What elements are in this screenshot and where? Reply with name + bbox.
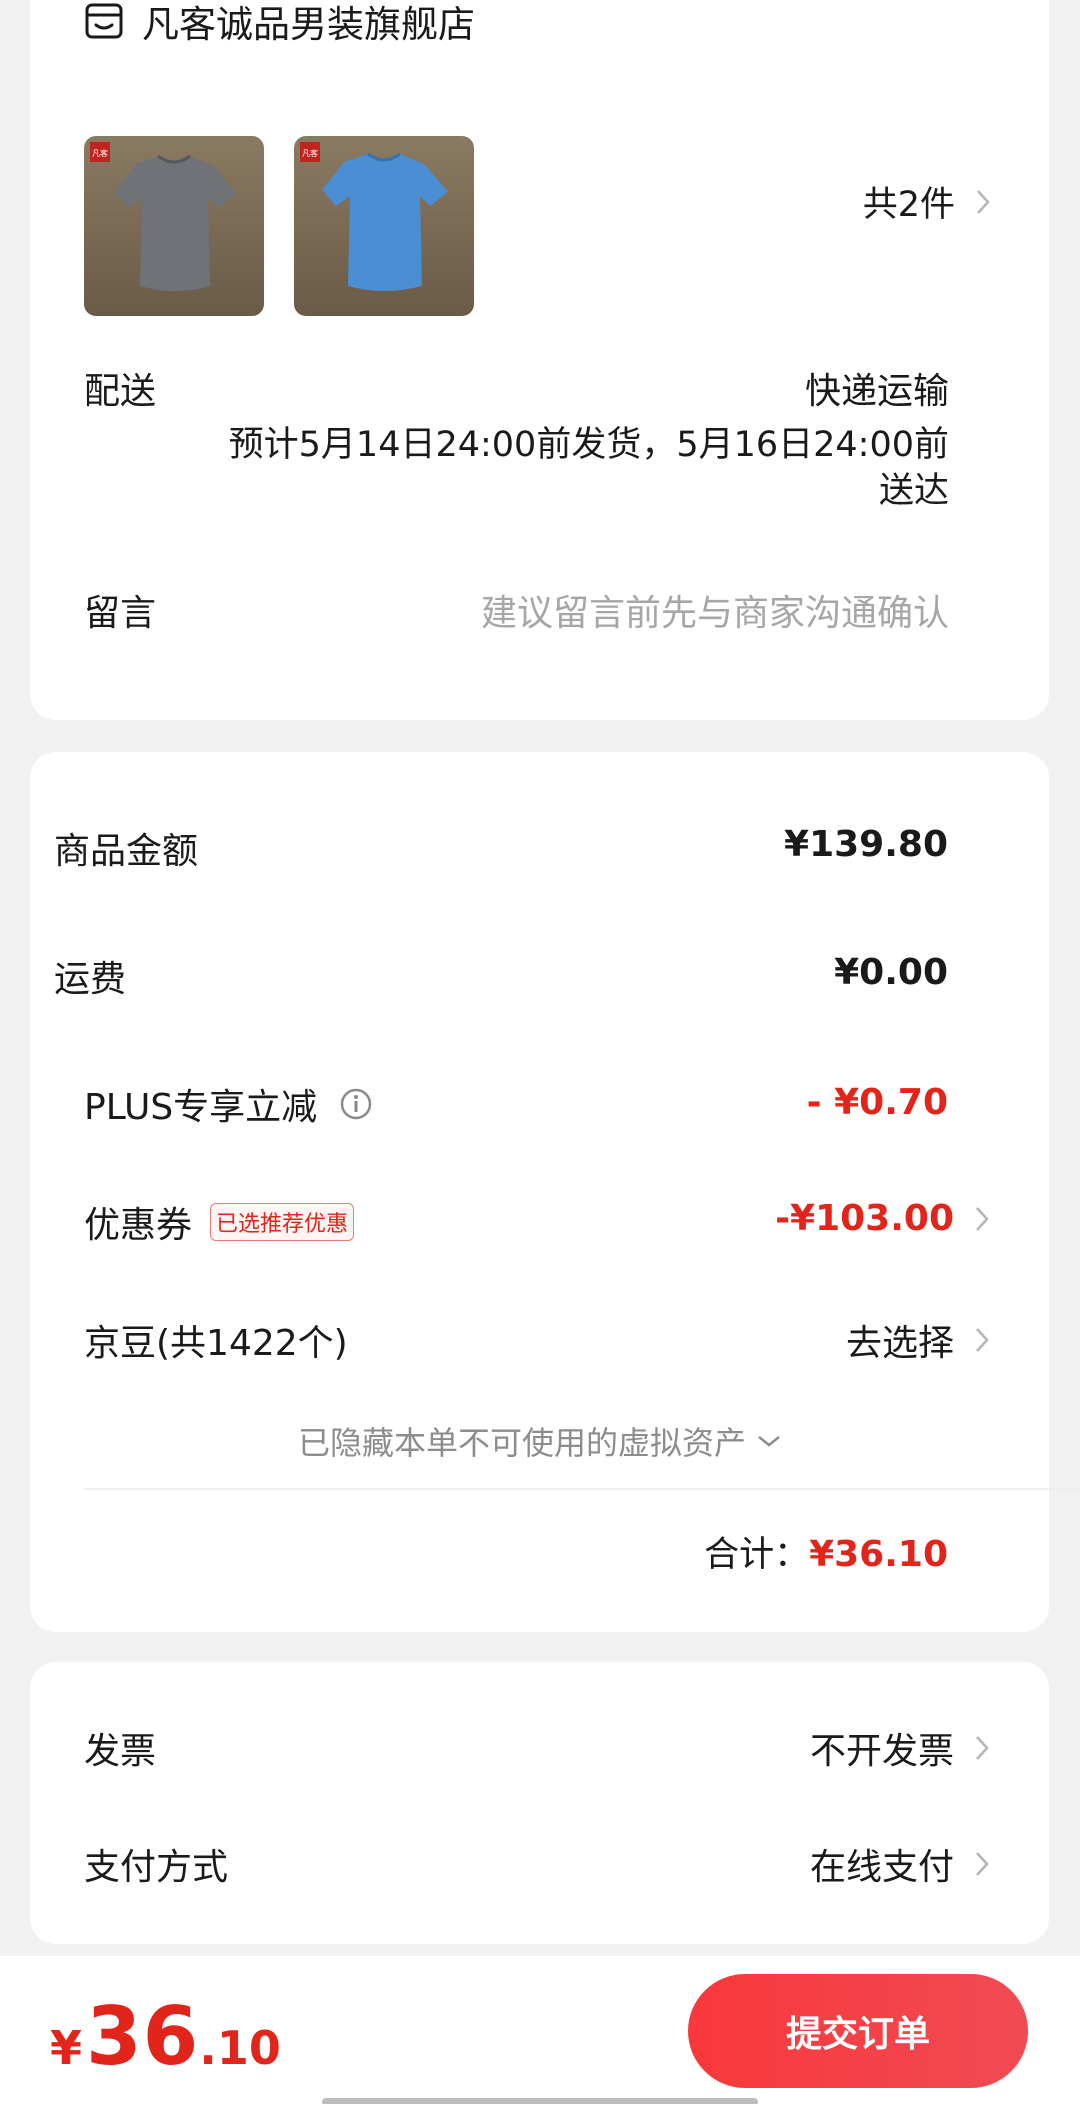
plus-discount-label: PLUS专享立减 xyxy=(84,1087,318,1128)
grey-tshirt-image: 凡客 xyxy=(84,136,264,316)
order-total-value: ¥36.10 xyxy=(809,1534,948,1575)
message-input[interactable]: 建议留言前先与商家沟通确认 xyxy=(481,584,949,636)
checkout-amount-dec: .10 xyxy=(199,2021,281,2075)
order-total-label: 合计： xyxy=(704,1535,810,1575)
checkout-amount-int: 36 xyxy=(86,1990,200,2083)
payment-method-label: 支付方式 xyxy=(84,1847,229,1888)
chevron-down-icon xyxy=(758,1436,780,1447)
invoice-payment-card xyxy=(30,1662,1049,1944)
payment-method-link[interactable]: 在线支付 xyxy=(810,1838,990,1890)
delivery-estimate-line1: 预计5月14日24:00前发货，5月16日24:00前 xyxy=(228,425,949,465)
delivery-label: 配送 xyxy=(84,371,157,412)
jingdou-select-link[interactable]: 去选择 xyxy=(846,1314,990,1366)
chevron-right-icon xyxy=(976,1206,989,1231)
shipping-fee-label: 运费 xyxy=(54,959,127,1000)
coupon-value-link[interactable]: -¥103.00 xyxy=(775,1198,990,1239)
plus-discount-value: - ¥0.70 xyxy=(806,1082,948,1123)
message-label: 留言 xyxy=(84,593,157,634)
checkout-bar: ¥ 36 .10 提交订单 xyxy=(0,1956,1080,2104)
jingdou-label: 京豆(共1422个) xyxy=(84,1323,348,1364)
coupon-label: 优惠券 xyxy=(84,1205,193,1246)
divider xyxy=(84,1488,1080,1490)
hidden-assets-toggle[interactable]: 已隐藏本单不可使用的虚拟资产 xyxy=(0,1418,1080,1464)
blue-tshirt-image: 凡客 xyxy=(294,136,474,316)
item-count: 共2件 xyxy=(862,185,955,225)
store-order-card: 凡客诚品男装旗舰店 凡客 凡客 共2件 配送 快递运输 预计5月14日24:00… xyxy=(30,0,1049,720)
home-indicator xyxy=(322,2098,758,2104)
store-icon xyxy=(85,3,123,39)
product-thumbnail[interactable]: 凡客 xyxy=(84,136,264,316)
goods-amount-value: ¥139.80 xyxy=(784,824,948,865)
chevron-right-icon xyxy=(976,1852,989,1876)
shipping-fee-value: ¥0.00 xyxy=(834,952,948,993)
invoice-value: 不开发票 xyxy=(809,1731,954,1772)
submit-order-button[interactable]: 提交订单 xyxy=(688,1974,1028,2088)
svg-text:凡客: 凡客 xyxy=(92,148,108,158)
chevron-right-icon xyxy=(976,1736,989,1760)
hidden-assets-text: 已隐藏本单不可使用的虚拟资产 xyxy=(297,1424,746,1462)
info-icon[interactable] xyxy=(339,1087,373,1121)
chevron-right-icon xyxy=(976,1328,989,1352)
payment-method-value: 在线支付 xyxy=(809,1847,954,1888)
svg-text:凡客: 凡客 xyxy=(302,148,318,158)
store-name: 凡客诚品男装旗舰店 xyxy=(142,3,475,46)
delivery-estimate-line2: 送达 xyxy=(878,471,949,511)
checkout-currency: ¥ xyxy=(50,2021,83,2075)
chevron-right-icon xyxy=(977,189,990,214)
goods-amount-label: 商品金额 xyxy=(54,831,199,872)
invoice-select-link[interactable]: 不开发票 xyxy=(810,1722,990,1774)
product-thumbnail[interactable]: 凡客 xyxy=(294,136,474,316)
jingdou-action: 去选择 xyxy=(845,1323,954,1364)
coupon-value: -¥103.00 xyxy=(775,1198,954,1239)
coupon-badge: 已选推荐优惠 xyxy=(210,1203,355,1241)
checkout-total: ¥ 36 .10 xyxy=(50,1990,281,2083)
pricing-card xyxy=(30,752,1049,1632)
coupon-row[interactable]: 优惠券 已选推荐优惠 xyxy=(84,1196,355,1248)
item-count-link[interactable]: 共2件 xyxy=(863,176,991,227)
store-header[interactable]: 凡客诚品男装旗舰店 xyxy=(84,0,475,48)
plus-discount-row: PLUS专享立减 xyxy=(84,1078,373,1130)
delivery-estimate: 预计5月14日24:00前发货，5月16日24:00前 送达 xyxy=(189,422,949,514)
delivery-method[interactable]: 快递运输 xyxy=(805,362,949,414)
order-total-row: 合计： ¥36.10 xyxy=(704,1526,948,1577)
invoice-label: 发票 xyxy=(84,1731,157,1772)
